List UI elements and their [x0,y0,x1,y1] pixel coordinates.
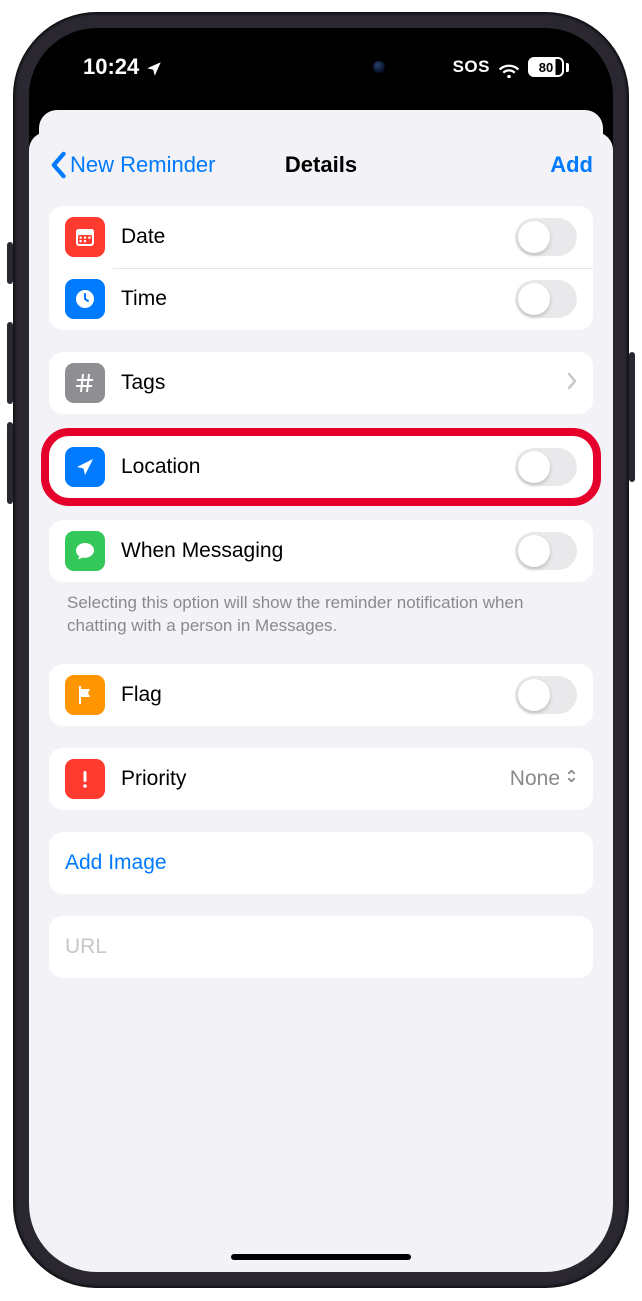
screen: 10:24 SOS 80 N [29,28,613,1272]
row-location-label: Location [121,455,499,479]
priority-value-text: None [510,767,560,791]
toggle-date[interactable] [515,218,577,256]
row-time[interactable]: Time [49,268,593,330]
chevron-left-icon [49,151,67,179]
row-time-label: Time [121,287,499,311]
flag-icon [65,675,105,715]
row-url[interactable]: URL [49,916,593,978]
row-add-image[interactable]: Add Image [49,832,593,894]
battery-pct: 80 [539,60,553,75]
wifi-icon [498,58,520,76]
row-priority-value: None [510,767,577,791]
group-priority: Priority None [49,748,593,810]
group-datetime: Date Time [49,206,593,330]
url-placeholder: URL [65,935,107,959]
chevron-right-icon [567,372,577,395]
toggle-time[interactable] [515,280,577,318]
exclamation-icon [65,759,105,799]
row-messaging[interactable]: When Messaging [49,520,593,582]
row-tags[interactable]: Tags [49,352,593,414]
home-indicator[interactable] [231,1254,411,1260]
row-tags-label: Tags [121,371,551,395]
calendar-icon [65,217,105,257]
messaging-footer: Selecting this option will show the remi… [49,592,593,638]
group-add-image: Add Image [49,832,593,894]
content: Date Time [29,198,613,1272]
toggle-messaging[interactable] [515,532,577,570]
location-arrow-icon [65,447,105,487]
row-messaging-label: When Messaging [121,539,499,563]
toggle-location[interactable] [515,448,577,486]
page-title: Details [285,152,357,178]
back-label: New Reminder [70,152,216,178]
group-location: Location [49,436,593,498]
row-priority-label: Priority [121,767,494,791]
location-services-icon [145,58,163,76]
row-flag-label: Flag [121,683,499,707]
row-flag[interactable]: Flag [49,664,593,726]
messages-icon [65,531,105,571]
dynamic-island [239,44,403,90]
group-messaging: When Messaging [49,520,593,582]
row-priority[interactable]: Priority None [49,748,593,810]
clock-icon [65,279,105,319]
battery-indicator: 80 [528,57,569,77]
row-location[interactable]: Location [49,436,593,498]
status-sos: SOS [453,57,490,77]
back-button[interactable]: New Reminder [49,151,216,179]
group-tags: Tags [49,352,593,414]
hash-icon [65,363,105,403]
group-flag: Flag [49,664,593,726]
highlight-location: Location [49,436,593,498]
group-url: URL [49,916,593,978]
row-date-label: Date [121,225,499,249]
row-date[interactable]: Date [49,206,593,268]
details-sheet: New Reminder Details Add Date [29,132,613,1272]
phone-frame: 10:24 SOS 80 N [13,12,629,1288]
status-time: 10:24 [83,54,139,80]
updown-icon [566,767,577,791]
nav-bar: New Reminder Details Add [29,132,613,198]
toggle-flag[interactable] [515,676,577,714]
add-button[interactable]: Add [550,152,593,178]
add-image-label: Add Image [65,851,167,875]
